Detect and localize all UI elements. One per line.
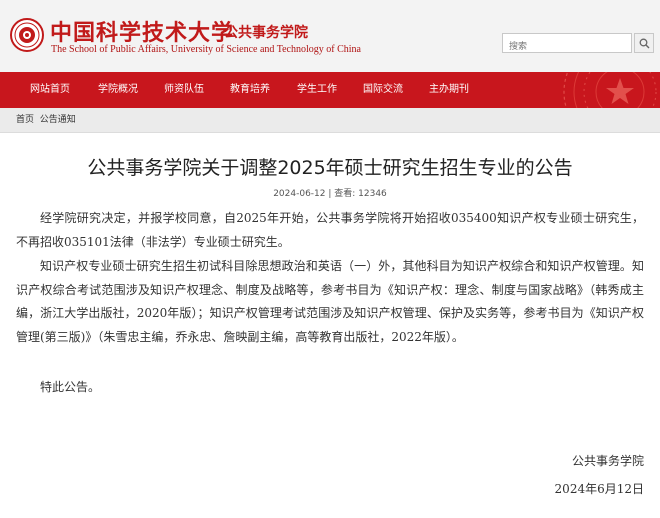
decorative-emblem-icon [563,72,657,108]
article-paragraph: 知识产权专业硕士研究生招生初试科目除思想政治和英语（一）外，其他科目为知识产权综… [16,259,644,344]
site-header: 中国科学技术大学 公共事务学院 The School of Public Aff… [0,0,660,72]
nav-items: 网站首页 学院概况 师资队伍 教育培养 学生工作 国际交流 主办期刊 [0,72,469,108]
article-paragraph: 特此公告。 [40,380,101,394]
nav-item-overview[interactable]: 学院概况 [98,72,138,108]
nav-item-home[interactable]: 网站首页 [30,72,70,108]
nav-item-student-affairs[interactable]: 学生工作 [297,72,337,108]
breadcrumb-current[interactable]: 公告通知 [40,115,76,125]
school-name: 公共事务学院 [224,25,308,41]
school-english-name: The School of Public Affairs, University… [51,44,361,55]
nav-item-international[interactable]: 国际交流 [363,72,403,108]
signature-date: 2024年6月12日 [554,482,644,496]
university-seal-logo[interactable] [10,18,44,52]
search-icon [639,38,649,48]
nav-item-education[interactable]: 教育培养 [230,72,270,108]
search-box [502,33,632,56]
article-paragraph: 经学院研究决定，并报学校同意，自2025年开始，公共事务学院将开始招收03540… [16,211,644,249]
breadcrumb-bar: 首页 公告通知 [0,108,660,133]
university-name-logotype: 中国科学技术大学 [50,20,235,46]
signature-org: 公共事务学院 [571,454,644,468]
main-nav: 网站首页 学院概况 师资队伍 教育培养 学生工作 国际交流 主办期刊 [0,72,660,108]
search-button[interactable] [634,33,654,53]
article-title: 公共事务学院关于调整2025年硕士研究生招生专业的公告 [87,157,573,179]
nav-item-faculty[interactable]: 师资队伍 [164,72,204,108]
breadcrumb-home[interactable]: 首页 [16,115,34,125]
breadcrumb: 首页 公告通知 [16,108,76,132]
article-meta: 2024-06-12 | 查看: 12346 [273,189,387,199]
nav-item-journals[interactable]: 主办期刊 [429,72,469,108]
search-input[interactable] [503,38,629,56]
